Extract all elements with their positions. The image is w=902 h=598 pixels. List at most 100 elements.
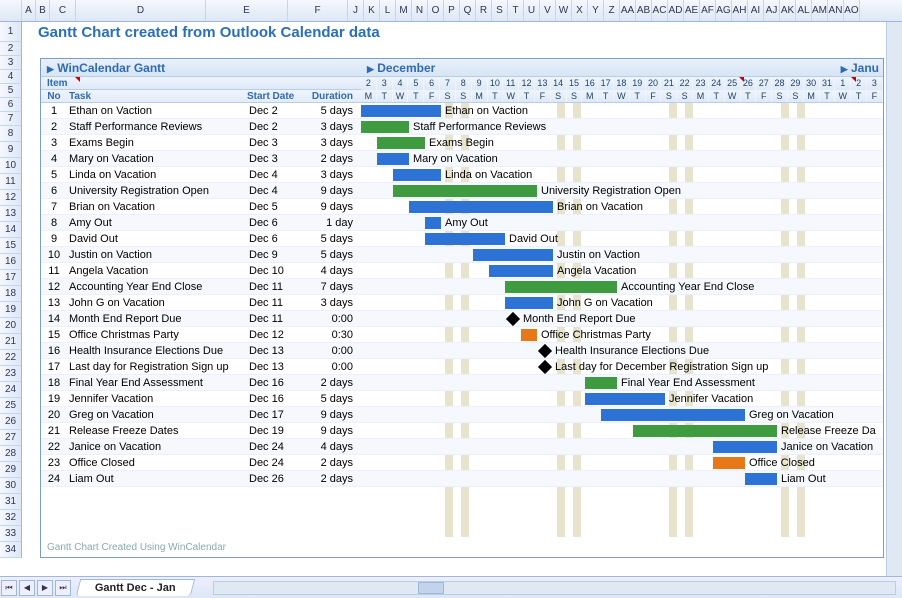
row-header[interactable]: 15 bbox=[0, 238, 22, 254]
gantt-bar[interactable] bbox=[361, 105, 441, 117]
gantt-bar[interactable] bbox=[377, 137, 425, 149]
col-header[interactable]: C bbox=[50, 0, 76, 21]
col-header[interactable]: W bbox=[556, 0, 572, 21]
row-header[interactable]: 11 bbox=[0, 174, 22, 190]
col-header[interactable]: AI bbox=[748, 0, 764, 21]
row-header[interactable]: 26 bbox=[0, 414, 22, 430]
row-header[interactable]: 4 bbox=[0, 70, 22, 84]
col-header[interactable]: U bbox=[524, 0, 540, 21]
table-row[interactable]: 23Office ClosedDec 242 daysOffice Closed bbox=[41, 455, 883, 471]
col-header[interactable]: O bbox=[428, 0, 444, 21]
table-row[interactable]: 5Linda on VacationDec 43 daysLinda on Va… bbox=[41, 167, 883, 183]
row-header[interactable]: 6 bbox=[0, 98, 22, 112]
row-header[interactable]: 25 bbox=[0, 398, 22, 414]
table-row[interactable]: 18Final Year End AssessmentDec 162 daysF… bbox=[41, 375, 883, 391]
gantt-bar[interactable] bbox=[393, 169, 441, 181]
col-header[interactable]: AD bbox=[668, 0, 684, 21]
row-header[interactable]: 33 bbox=[0, 526, 22, 542]
gantt-bar[interactable] bbox=[393, 185, 537, 197]
table-row[interactable]: 4Mary on VacationDec 32 daysMary on Vaca… bbox=[41, 151, 883, 167]
table-row[interactable]: 21Release Freeze DatesDec 199 daysReleas… bbox=[41, 423, 883, 439]
col-header[interactable]: N bbox=[412, 0, 428, 21]
col-header[interactable]: AE bbox=[684, 0, 700, 21]
col-header[interactable]: S bbox=[492, 0, 508, 21]
row-header[interactable]: 16 bbox=[0, 254, 22, 270]
table-row[interactable]: 15Office Christmas PartyDec 120:30Office… bbox=[41, 327, 883, 343]
col-header[interactable]: L bbox=[380, 0, 396, 21]
table-row[interactable]: 6University Registration OpenDec 49 days… bbox=[41, 183, 883, 199]
col-header[interactable]: R bbox=[476, 0, 492, 21]
gantt-bar[interactable] bbox=[505, 281, 617, 293]
col-header[interactable]: B bbox=[36, 0, 50, 21]
tab-nav-next[interactable]: ▶ bbox=[37, 580, 53, 596]
col-header[interactable]: P bbox=[444, 0, 460, 21]
gantt-bar[interactable] bbox=[633, 425, 777, 437]
col-header[interactable]: X bbox=[572, 0, 588, 21]
horizontal-scrollbar[interactable] bbox=[213, 581, 896, 595]
table-row[interactable]: 14Month End Report DueDec 110:00Month En… bbox=[41, 311, 883, 327]
gantt-bar[interactable] bbox=[505, 297, 553, 309]
row-header[interactable]: 14 bbox=[0, 222, 22, 238]
row-header[interactable]: 19 bbox=[0, 302, 22, 318]
expand-icon[interactable]: ▶ bbox=[367, 64, 374, 74]
col-header[interactable]: T bbox=[508, 0, 524, 21]
col-header[interactable]: AL bbox=[796, 0, 812, 21]
expand-icon[interactable]: ▶ bbox=[47, 64, 54, 74]
table-row[interactable]: 10Justin on VactionDec 95 daysJustin on … bbox=[41, 247, 883, 263]
tab-nav-first[interactable]: ⏮ bbox=[1, 580, 17, 596]
col-header[interactable]: AJ bbox=[764, 0, 780, 21]
table-row[interactable]: 19Jennifer VacationDec 165 daysJennifer … bbox=[41, 391, 883, 407]
row-header[interactable]: 31 bbox=[0, 494, 22, 510]
table-row[interactable]: 11Angela VacationDec 104 daysAngela Vaca… bbox=[41, 263, 883, 279]
row-header[interactable]: 22 bbox=[0, 350, 22, 366]
col-header[interactable]: J bbox=[348, 0, 364, 21]
col-header[interactable]: M bbox=[396, 0, 412, 21]
col-header[interactable]: Q bbox=[460, 0, 476, 21]
col-header[interactable]: AM bbox=[812, 0, 828, 21]
row-header[interactable]: 17 bbox=[0, 270, 22, 286]
table-row[interactable]: 9David OutDec 65 daysDavid Out bbox=[41, 231, 883, 247]
sheet-tab-active[interactable]: Gantt Dec - Jan bbox=[76, 579, 195, 596]
row-header[interactable]: 21 bbox=[0, 334, 22, 350]
row-header[interactable]: 8 bbox=[0, 126, 22, 142]
row-header[interactable]: 5 bbox=[0, 84, 22, 98]
row-header[interactable]: 9 bbox=[0, 142, 22, 158]
col-header[interactable]: AB bbox=[636, 0, 652, 21]
gantt-bar[interactable] bbox=[585, 377, 617, 389]
gantt-bar[interactable] bbox=[409, 201, 553, 213]
select-all-corner[interactable] bbox=[0, 0, 22, 21]
col-header[interactable]: AC bbox=[652, 0, 668, 21]
table-row[interactable]: 20Greg on VacationDec 179 daysGreg on Va… bbox=[41, 407, 883, 423]
row-header[interactable]: 32 bbox=[0, 510, 22, 526]
row-header[interactable]: 29 bbox=[0, 462, 22, 478]
col-header[interactable]: AF bbox=[700, 0, 716, 21]
table-row[interactable]: 17Last day for Registration Sign upDec 1… bbox=[41, 359, 883, 375]
row-header[interactable]: 12 bbox=[0, 190, 22, 206]
col-header[interactable]: E bbox=[206, 0, 288, 21]
table-row[interactable]: 2Staff Performance ReviewsDec 23 daysSta… bbox=[41, 119, 883, 135]
row-header[interactable]: 18 bbox=[0, 286, 22, 302]
table-row[interactable]: 13John G on VacationDec 113 daysJohn G o… bbox=[41, 295, 883, 311]
col-header[interactable]: K bbox=[364, 0, 380, 21]
gantt-bar[interactable] bbox=[745, 473, 777, 485]
row-header[interactable]: 24 bbox=[0, 382, 22, 398]
table-row[interactable]: 3Exams BeginDec 33 daysExams Begin bbox=[41, 135, 883, 151]
gantt-bar[interactable] bbox=[489, 265, 553, 277]
table-row[interactable]: 1Ethan on VactionDec 25 daysEthan on Vac… bbox=[41, 103, 883, 119]
row-header[interactable]: 28 bbox=[0, 446, 22, 462]
table-row[interactable]: 24Liam OutDec 262 daysLiam Out bbox=[41, 471, 883, 487]
table-row[interactable]: 16Health Insurance Elections DueDec 130:… bbox=[41, 343, 883, 359]
col-header[interactable]: A bbox=[22, 0, 36, 21]
gantt-bar[interactable] bbox=[377, 153, 409, 165]
table-row[interactable]: 12Accounting Year End CloseDec 117 daysA… bbox=[41, 279, 883, 295]
tab-nav-last[interactable]: ⏭ bbox=[55, 580, 71, 596]
col-header[interactable]: F bbox=[288, 0, 348, 21]
col-header[interactable]: V bbox=[540, 0, 556, 21]
row-header[interactable]: 34 bbox=[0, 542, 22, 558]
col-header[interactable]: AK bbox=[780, 0, 796, 21]
gantt-bar[interactable] bbox=[521, 329, 537, 341]
row-header[interactable]: 10 bbox=[0, 158, 22, 174]
gantt-bar[interactable] bbox=[425, 217, 441, 229]
gantt-bar[interactable] bbox=[713, 441, 777, 453]
row-header[interactable]: 30 bbox=[0, 478, 22, 494]
